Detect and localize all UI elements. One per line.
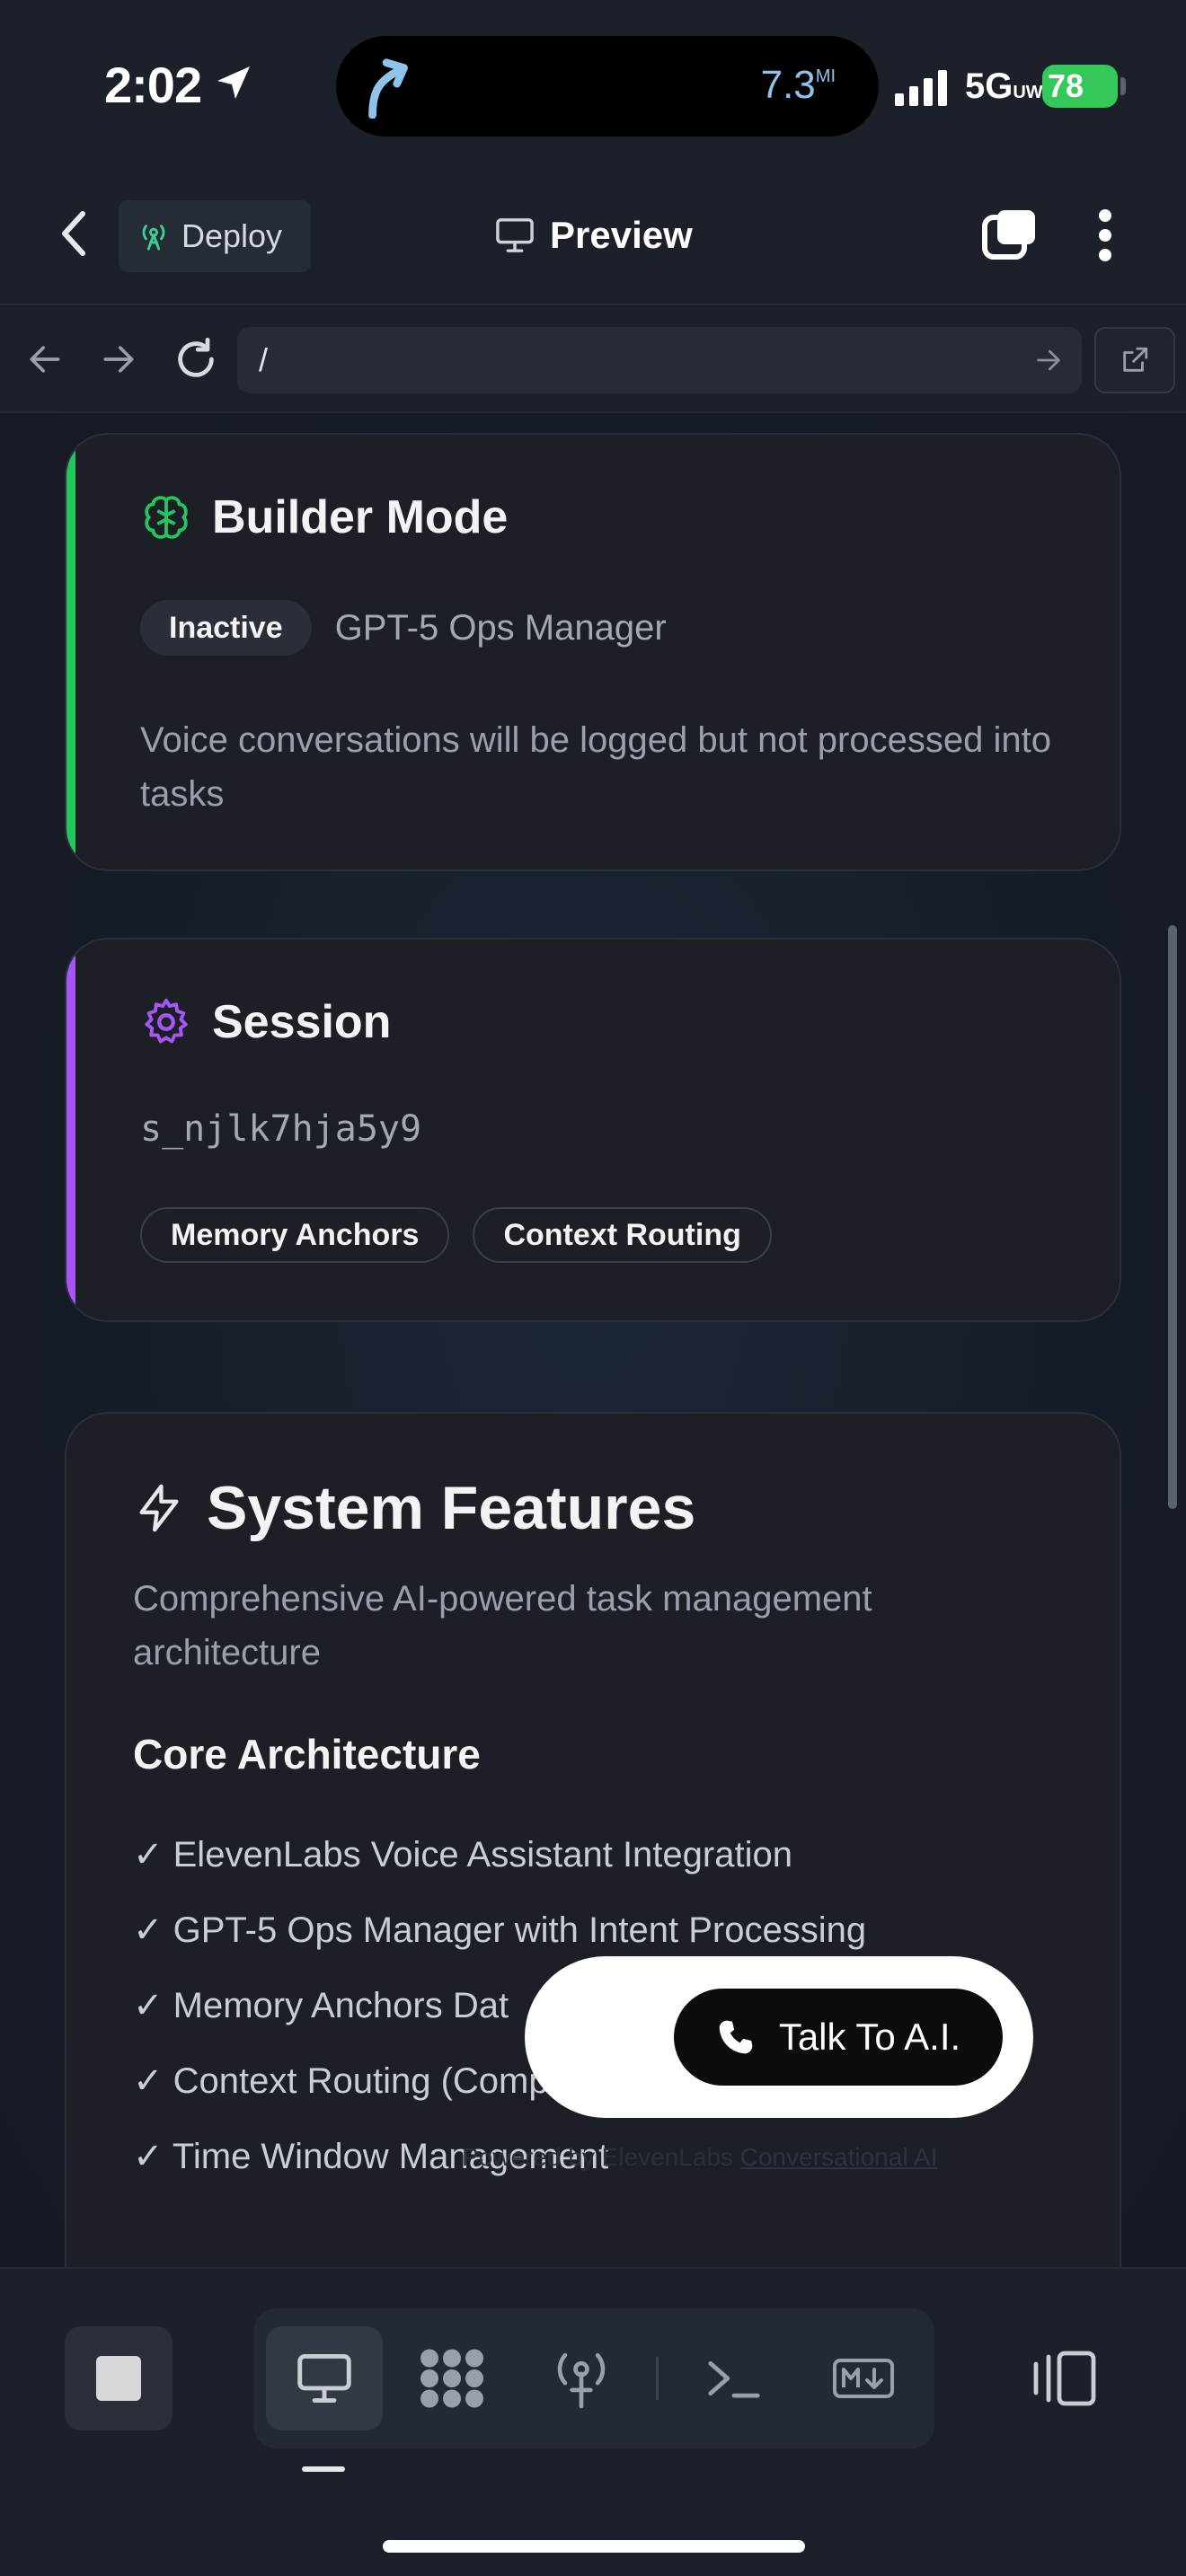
status-bar: 2:02 7.3MI 5GUW 78 [0, 0, 1186, 171]
apps-grid-icon [420, 2349, 483, 2408]
app-screen: 2:02 7.3MI 5GUW 78 Deploy Preview / Buil… [0, 0, 1186, 2576]
active-tool-indicator [302, 2466, 345, 2472]
preview-title: Preview [494, 208, 693, 262]
conversational-ai-link[interactable]: Conversational AI [740, 2143, 937, 2171]
tool-shell[interactable] [676, 2326, 792, 2430]
builder-mode-description: Voice conversations will be logged but n… [140, 720, 1051, 814]
home-indicator [383, 2540, 805, 2553]
url-input[interactable]: / [237, 327, 1082, 393]
deploy-antenna-icon [142, 225, 165, 251]
battery-indicator: 78 [1042, 65, 1118, 108]
feature-item: ✓ Context Routing (Comp [133, 2061, 549, 2101]
lightning-bolt-icon [139, 1484, 179, 1532]
powered-by-text: Powered by ElevenLabs Conversational AI [462, 2143, 938, 2171]
signal-bars-icon [895, 70, 947, 106]
network-type: 5GUW [965, 66, 1043, 106]
page-title: Preview [550, 214, 693, 256]
turn-right-arrow-icon [368, 58, 408, 119]
tabs-icon[interactable] [981, 207, 1039, 264]
core-architecture-heading: Core Architecture [133, 1731, 481, 1778]
card-accent-bar [66, 940, 75, 1320]
talk-to-ai-label: Talk To A.I. [778, 2016, 961, 2058]
tag-context-routing: Context Routing [473, 1207, 772, 1263]
terminal-icon [708, 2360, 760, 2398]
deploy-button[interactable]: Deploy [119, 200, 311, 272]
back-chevron-icon[interactable] [54, 208, 97, 259]
system-features-card: System Features Comprehensive AI-powered… [65, 1412, 1121, 2267]
feature-item: ✓ Memory Anchors Dat [133, 1986, 509, 2025]
deploy-label: Deploy [181, 217, 283, 254]
phone-icon [719, 2020, 753, 2054]
tag-memory-anchors: Memory Anchors [140, 1207, 450, 1263]
browser-forward-icon[interactable] [99, 340, 138, 379]
brain-icon [145, 496, 188, 539]
stop-button[interactable] [65, 2326, 173, 2430]
status-time: 2:02 [104, 57, 202, 113]
stop-square-icon [96, 2356, 141, 2401]
location-arrow-icon [217, 66, 250, 99]
builder-mode-card: Builder Mode Inactive GPT-5 Ops Manager … [65, 433, 1121, 871]
reload-icon[interactable] [173, 336, 219, 383]
session-card: Session s_njlk7hja5y9 Memory Anchors Con… [65, 938, 1121, 1322]
scrollbar-thumb[interactable] [1168, 925, 1177, 1509]
tool-preview[interactable] [266, 2326, 383, 2430]
open-external-button[interactable] [1094, 327, 1175, 393]
builder-mode-heading: Builder Mode [140, 490, 508, 544]
system-features-heading: System Features [133, 1473, 695, 1543]
session-heading: Session [140, 995, 391, 1049]
feature-item: ✓ GPT-5 Ops Manager with Intent Processi… [133, 1910, 867, 1950]
system-features-subtitle: Comprehensive AI-powered task management… [133, 1579, 872, 1672]
more-options-icon[interactable] [1087, 207, 1123, 264]
gear-icon [145, 998, 188, 1044]
session-id: s_njlk7hja5y9 [140, 1108, 422, 1150]
monitor-icon [496, 218, 534, 252]
monitor-icon [297, 2354, 351, 2403]
navigation-distance: 7.3MI [760, 63, 836, 107]
url-go-arrow-icon[interactable] [1033, 345, 1064, 375]
toolbar-divider [656, 2357, 659, 2400]
panel-toggle-icon[interactable] [1031, 2350, 1098, 2407]
markdown-icon [833, 2359, 894, 2398]
tool-deployments[interactable] [523, 2326, 640, 2430]
card-accent-bar [66, 435, 75, 869]
session-title: Session [212, 996, 392, 1048]
battery-cap [1120, 77, 1126, 95]
tool-apps[interactable] [394, 2326, 510, 2430]
system-features-title: System Features [207, 1474, 696, 1542]
model-name: GPT-5 Ops Manager [334, 607, 667, 648]
browser-back-icon[interactable] [25, 340, 65, 379]
antenna-icon [557, 2352, 606, 2409]
external-link-icon [1123, 347, 1148, 372]
tool-markdown[interactable] [805, 2326, 922, 2430]
feature-item: ✓ ElevenLabs Voice Assistant Integration [133, 1835, 792, 1875]
talk-to-ai-button[interactable]: Talk To A.I. [674, 1989, 1003, 2086]
status-badge: Inactive [140, 600, 312, 656]
builder-mode-title: Builder Mode [212, 491, 509, 543]
